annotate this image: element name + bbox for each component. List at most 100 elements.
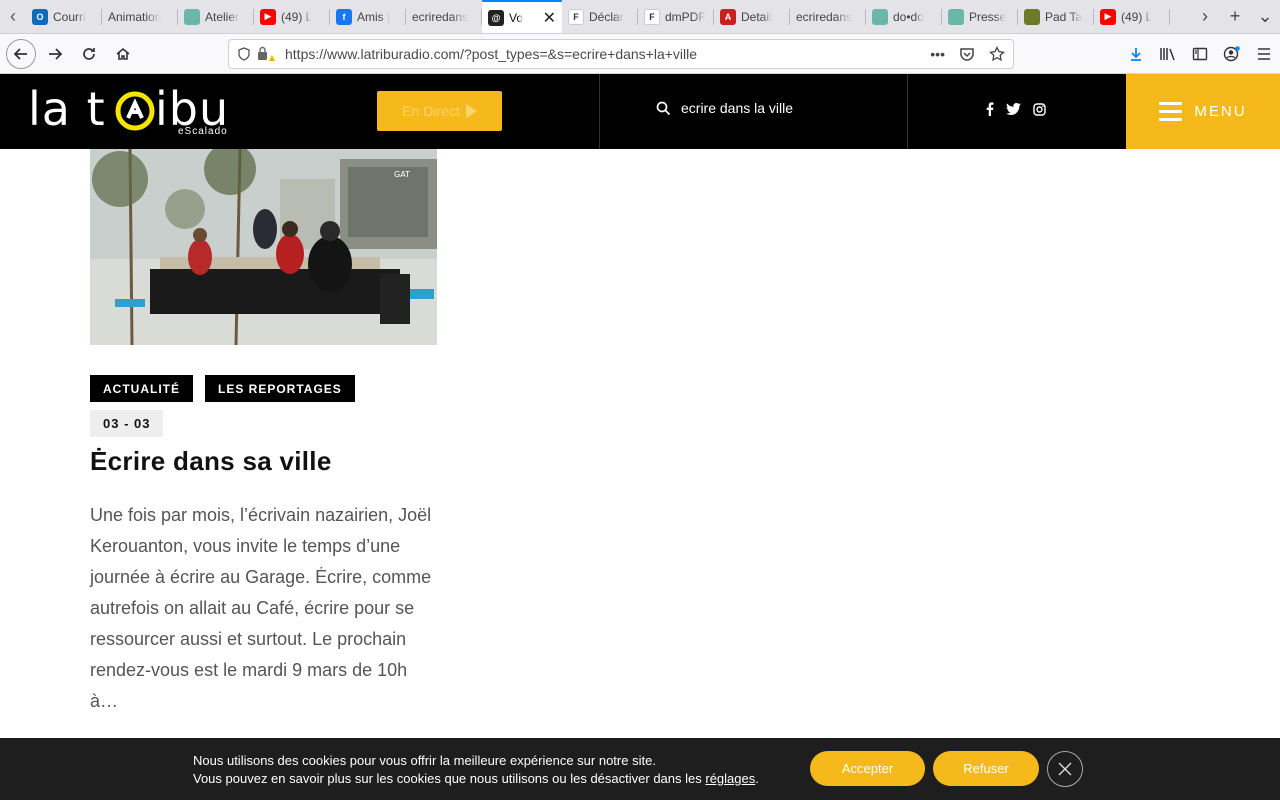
shield-icon[interactable] — [237, 47, 251, 61]
tab-favicon-icon: O — [32, 8, 48, 25]
post-excerpt: Une fois par mois, l’écrivain nazairien,… — [90, 505, 432, 711]
tab-title: Déclar — [589, 9, 624, 24]
cookie-banner: Nous utilisons des cookies pour vous off… — [0, 738, 1280, 800]
sidebar-icon[interactable] — [1184, 46, 1216, 62]
site-header: la t ibu eScalado En Direct ecrire dans … — [0, 74, 1280, 149]
tab-title: dmPDF — [665, 9, 706, 24]
page-actions-icon[interactable]: ••• — [930, 46, 945, 62]
browser-tab[interactable]: Animation — [102, 0, 178, 33]
close-cookie-banner-button[interactable] — [1047, 751, 1083, 787]
tab-favicon-icon: A — [720, 8, 736, 25]
arrow-left-icon — [13, 47, 27, 60]
cookie-settings-link[interactable]: réglages — [705, 771, 755, 786]
pocket-icon[interactable] — [959, 46, 975, 62]
post-title[interactable]: Ėcrire dans sa ville — [90, 446, 332, 477]
tab-title: Vo — [509, 10, 524, 25]
social-links — [986, 102, 1046, 116]
browser-tab[interactable]: f Amis | — [330, 0, 406, 33]
tab-title: do•do — [893, 9, 924, 24]
cookie-line-2-prefix: Vous pouvez en savoir plus sur les cooki… — [193, 771, 706, 786]
header-divider — [599, 74, 600, 149]
accept-cookies-button[interactable]: Accepter — [810, 751, 925, 786]
tab-title: Presse — [969, 9, 1007, 24]
facebook-icon[interactable] — [986, 102, 994, 116]
back-button[interactable] — [6, 38, 36, 69]
site-logo[interactable]: la t ibu eScalado — [28, 82, 248, 142]
browser-tab[interactable]: O Courri — [26, 0, 102, 33]
photo-sign-text: GAT — [394, 170, 410, 179]
library-icon[interactable] — [1152, 46, 1184, 62]
search-query-text[interactable]: ecrire dans la ville — [681, 100, 793, 116]
tab-title: ecriredans — [796, 9, 853, 24]
browser-tab-strip: ‹ O Courri Animation Atelier ▶ (49) L f Amis | e… — [0, 0, 1280, 34]
cookie-line-2: Vous pouvez en savoir plus sur les cooki… — [193, 770, 759, 788]
logo-at-icon — [115, 91, 155, 131]
tab-favicon-icon: @ — [488, 9, 504, 26]
post-tags: ACTUALITÉ LES REPORTAGES — [90, 375, 355, 402]
twitter-icon[interactable] — [1006, 103, 1021, 115]
browser-navbar: https://www.latriburadio.com/?post_types… — [0, 34, 1280, 74]
browser-tab[interactable]: ▶ (49) L — [254, 0, 330, 33]
downloads-icon[interactable] — [1120, 46, 1152, 62]
tab-favicon-icon — [1024, 8, 1040, 25]
forward-button[interactable] — [40, 39, 70, 69]
tab-title: ecriredans — [412, 9, 469, 24]
tab-title: Atelier — [205, 9, 240, 24]
browser-tab[interactable]: Presse — [942, 0, 1018, 33]
tab-title: (49) L — [281, 9, 313, 24]
cookie-line-1: Nous utilisons des cookies pour vous off… — [193, 753, 656, 768]
browser-tab[interactable]: do•do — [866, 0, 942, 33]
browser-tab[interactable]: Pad Ta — [1018, 0, 1094, 33]
home-icon — [116, 47, 130, 60]
tab-favicon-icon: F — [644, 8, 660, 25]
hamburger-menu-icon[interactable] — [1248, 47, 1280, 61]
tabs-scroll-left-icon[interactable]: ‹ — [0, 0, 26, 33]
browser-tab[interactable]: ecriredans — [790, 0, 866, 33]
post-date: 03 - 03 — [90, 410, 164, 437]
new-tab-icon[interactable]: + — [1220, 0, 1250, 34]
browser-tab[interactable]: Atelier — [178, 0, 254, 33]
live-button-label: En Direct — [402, 103, 460, 119]
tab-favicon-icon — [948, 8, 964, 25]
close-icon — [1058, 762, 1072, 776]
tab-title: Pad Ta — [1045, 9, 1083, 24]
home-button[interactable] — [108, 39, 138, 69]
tab-favicon-icon: f — [336, 8, 352, 25]
search-icon — [656, 101, 671, 115]
tab-favicon-icon: F — [568, 8, 584, 25]
close-tab-icon[interactable]: ✕ — [543, 8, 556, 28]
reload-button[interactable] — [74, 39, 104, 69]
browser-tab[interactable]: A Detail — [714, 0, 790, 33]
arrow-right-icon — [49, 47, 63, 60]
tab-favicon-icon — [184, 8, 200, 25]
tab-title: Amis | — [357, 9, 391, 24]
live-button[interactable]: En Direct — [377, 91, 502, 131]
browser-tab[interactable]: F Déclar — [562, 0, 638, 33]
account-icon[interactable] — [1216, 45, 1248, 63]
browser-tab[interactable]: @ Vo ✕ — [482, 0, 562, 33]
post-category-tag[interactable]: LES REPORTAGES — [205, 375, 355, 402]
instagram-icon[interactable] — [1033, 102, 1046, 116]
cookie-text: Nous utilisons des cookies pour vous off… — [193, 752, 759, 788]
browser-tab[interactable]: ecriredans — [406, 0, 482, 33]
tab-list: O Courri Animation Atelier ▶ (49) L f Amis | ecr… — [26, 0, 1190, 33]
refuse-cookies-button[interactable]: Refuser — [933, 751, 1039, 786]
browser-tab[interactable]: ▶ (49) L — [1094, 0, 1170, 33]
tabs-scroll-right-icon[interactable]: › — [1190, 0, 1220, 34]
header-divider — [907, 74, 908, 149]
list-all-tabs-icon[interactable]: ⌄ — [1250, 0, 1280, 34]
browser-tab[interactable]: FdmPDF — [638, 0, 714, 33]
insecure-lock-warning-icon[interactable] — [257, 46, 275, 62]
bookmark-star-icon[interactable] — [989, 46, 1005, 62]
menu-button[interactable]: MENU — [1126, 74, 1280, 149]
play-icon — [465, 104, 477, 118]
url-text: https://www.latriburadio.com/?post_types… — [285, 46, 698, 62]
tab-favicon-icon: ▶ — [260, 8, 276, 25]
tab-title: Courri — [53, 9, 86, 24]
header-search[interactable]: ecrire dans la ville — [656, 100, 793, 116]
url-bar[interactable]: https://www.latriburadio.com/?post_types… — [228, 39, 1014, 69]
logo-subtitle: eScalado — [178, 126, 228, 137]
post-photo[interactable]: GAT — [90, 149, 437, 345]
tab-title: (49) L — [1121, 9, 1153, 24]
post-category-tag[interactable]: ACTUALITÉ — [90, 375, 193, 402]
